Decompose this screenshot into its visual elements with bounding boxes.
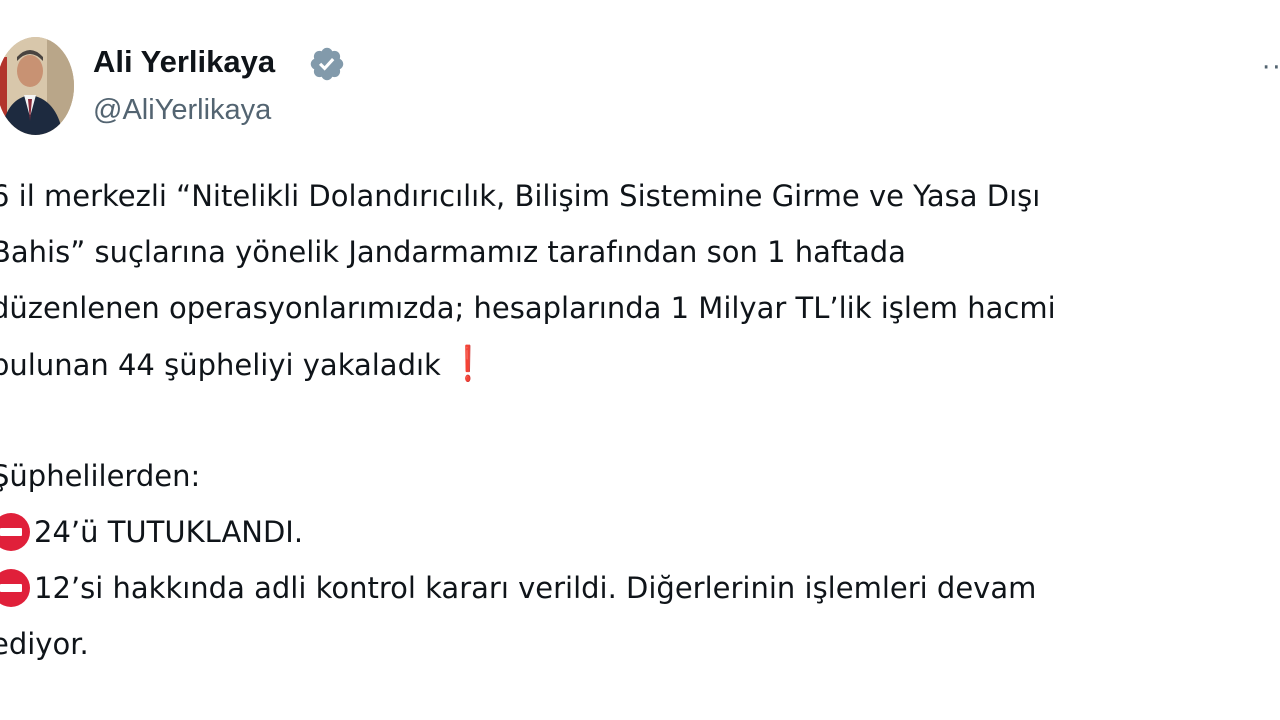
tweet-body-line: düzenlenen operasyonlarımızda; hesapları… bbox=[0, 291, 1056, 325]
author-handle[interactable]: @AliYerlikaya bbox=[93, 92, 271, 128]
tweet-body-line: Bahis” suçlarına yönelik Jandarmamız tar… bbox=[0, 235, 906, 269]
tweet-body-line: 6 il merkezli “Nitelikli Dolandırıcılık,… bbox=[0, 179, 1041, 213]
tweet-body-line: 12’si hakkında adli kontrol kararı veril… bbox=[34, 571, 1037, 605]
tweet-body-text: bulunan 44 şüpheliyi yakaladık bbox=[0, 348, 441, 382]
tweet-body-line: ediyor. bbox=[0, 627, 89, 661]
more-options-icon[interactable]: ··· bbox=[1262, 55, 1280, 81]
avatar[interactable] bbox=[0, 37, 74, 135]
author-display-name[interactable]: Ali Yerlikaya bbox=[93, 44, 275, 80]
exclamation-icon: ❗ bbox=[453, 344, 483, 384]
no-entry-icon bbox=[0, 513, 30, 551]
tweet-body-line: bulunan 44 şüpheliyi yakaladık ❗ bbox=[0, 344, 489, 385]
avatar-portrait-icon bbox=[0, 37, 74, 135]
tweet-body-line: 24’ü TUTUKLANDI. bbox=[34, 515, 304, 549]
verified-badge-icon[interactable] bbox=[308, 45, 346, 83]
no-entry-icon bbox=[0, 569, 30, 607]
tweet-body-line: Şüphelilerden: bbox=[0, 459, 201, 493]
